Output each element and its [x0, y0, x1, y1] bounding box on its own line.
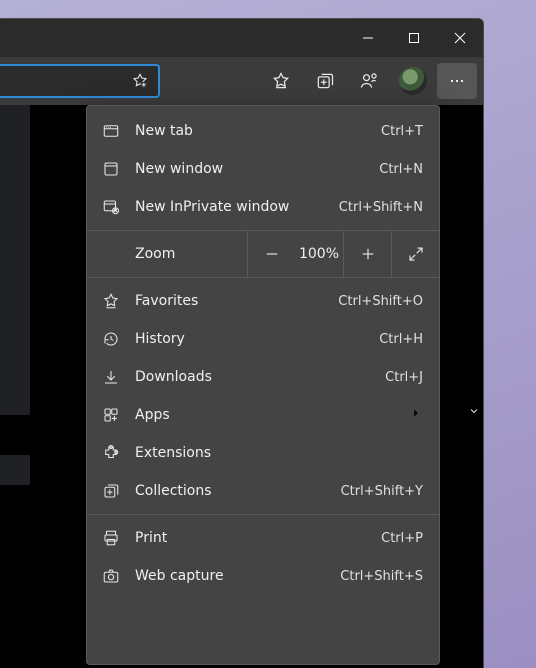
menu-print[interactable]: Print Ctrl+P [87, 519, 439, 557]
zoom-value: 100% [295, 246, 343, 262]
downloads-icon [101, 367, 121, 387]
new-tab-icon [101, 121, 121, 141]
scroll-down-icon[interactable] [467, 404, 481, 418]
zoom-in-button[interactable] [343, 230, 391, 278]
menu-web-capture[interactable]: Web capture Ctrl+Shift+S [87, 557, 439, 595]
menu-label: New tab [135, 123, 381, 139]
menu-history[interactable]: History Ctrl+H [87, 320, 439, 358]
menu-label: Web capture [135, 568, 340, 584]
minimize-button[interactable] [345, 19, 391, 57]
zoom-label: Zoom [87, 246, 247, 262]
browser-window: New tab Ctrl+T New window Ctrl+N New InP… [0, 18, 484, 668]
add-favorite-icon[interactable] [130, 71, 150, 91]
close-button[interactable] [437, 19, 483, 57]
menu-zoom-row: Zoom 100% [87, 230, 439, 278]
menu-shortcut: Ctrl+Shift+O [338, 294, 423, 309]
fullscreen-button[interactable] [391, 230, 439, 278]
toolbar-icons [261, 63, 479, 99]
menu-extensions[interactable]: Extensions [87, 434, 439, 472]
menu-separator [87, 514, 439, 515]
collections-button[interactable] [305, 63, 345, 99]
menu-shortcut: Ctrl+T [381, 124, 423, 139]
menu-new-tab[interactable]: New tab Ctrl+T [87, 112, 439, 150]
extensions-icon [101, 443, 121, 463]
menu-new-window[interactable]: New window Ctrl+N [87, 150, 439, 188]
profile-avatar[interactable] [393, 63, 433, 99]
settings-menu: New tab Ctrl+T New window Ctrl+N New InP… [86, 105, 440, 665]
profile-switch-button[interactable] [349, 63, 389, 99]
toolbar [0, 57, 483, 105]
more-button[interactable] [437, 63, 477, 99]
menu-shortcut: Ctrl+J [385, 370, 423, 385]
new-window-icon [101, 159, 121, 179]
menu-label: Extensions [135, 445, 423, 461]
menu-label: Collections [135, 483, 341, 499]
menu-label: Apps [135, 407, 409, 423]
favorites-button[interactable] [261, 63, 301, 99]
menu-label: New InPrivate window [135, 199, 339, 215]
menu-shortcut: Ctrl+Shift+S [340, 569, 423, 584]
menu-shortcut: Ctrl+H [379, 332, 423, 347]
menu-collections[interactable]: Collections Ctrl+Shift+Y [87, 472, 439, 510]
menu-favorites[interactable]: Favorites Ctrl+Shift+O [87, 282, 439, 320]
inprivate-icon [101, 197, 121, 217]
content-panel [0, 455, 30, 485]
menu-label: Print [135, 530, 381, 546]
print-icon [101, 528, 121, 548]
content-panel [0, 105, 30, 415]
favorites-icon [101, 291, 121, 311]
history-icon [101, 329, 121, 349]
web-capture-icon [101, 566, 121, 586]
apps-icon [101, 405, 121, 425]
menu-label: New window [135, 161, 379, 177]
titlebar [0, 19, 483, 57]
menu-shortcut: Ctrl+N [379, 162, 423, 177]
maximize-button[interactable] [391, 19, 437, 57]
menu-new-inprivate[interactable]: New InPrivate window Ctrl+Shift+N [87, 188, 439, 226]
avatar-icon [399, 67, 427, 95]
address-bar[interactable] [0, 64, 160, 98]
menu-shortcut: Ctrl+Shift+Y [341, 484, 423, 499]
chevron-right-icon [409, 406, 423, 424]
menu-apps[interactable]: Apps [87, 396, 439, 434]
menu-downloads[interactable]: Downloads Ctrl+J [87, 358, 439, 396]
collections-icon [101, 481, 121, 501]
zoom-out-button[interactable] [247, 230, 295, 278]
menu-shortcut: Ctrl+Shift+N [339, 200, 423, 215]
menu-shortcut: Ctrl+P [381, 531, 423, 546]
menu-label: Favorites [135, 293, 338, 309]
menu-label: History [135, 331, 379, 347]
menu-label: Downloads [135, 369, 385, 385]
